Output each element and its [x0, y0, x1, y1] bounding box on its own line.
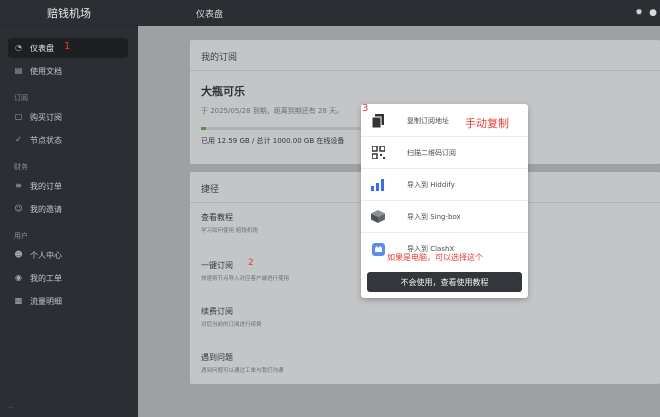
sidebar: 赔钱机场 ◔ 仪表盘 1 ▤ 使用文档 订阅 ▢ 购买订阅 ✓ 节点状态 财务 …	[0, 0, 138, 417]
annotation-1: 1	[64, 41, 71, 52]
user-icon: ☻	[14, 250, 23, 259]
nav-group-finance: 财务	[14, 163, 28, 171]
bar-chart-icon: ▩	[14, 296, 23, 305]
plan-name: 大瓶可乐	[201, 85, 245, 98]
usage-progress-fill	[201, 127, 206, 130]
singbox-icon	[371, 210, 385, 224]
sidebar-item-docs[interactable]: ▤ 使用文档	[8, 61, 128, 81]
shortcut-desc: 对您当前的订阅进行续费	[201, 322, 262, 328]
sidebar-item-label: 个人中心	[30, 250, 62, 260]
view-tutorial-button[interactable]: 不会使用，查看使用教程	[367, 272, 522, 292]
popup-item-hiddify[interactable]: 导入到 Hiddify	[361, 169, 528, 201]
qrcode-icon	[371, 146, 385, 160]
popup-item-singbox[interactable]: 导入到 Sing-box	[361, 201, 528, 233]
theme-icon[interactable]: ✹	[634, 8, 644, 18]
divider	[190, 70, 660, 71]
copy-icon	[371, 113, 385, 128]
popup-item-copy-url[interactable]: 复制订阅地址	[361, 105, 528, 137]
popup-item-label: 导入到 Sing-box	[407, 212, 461, 221]
nav-group-subscription: 订阅	[14, 94, 28, 102]
sidebar-item-dashboard[interactable]: ◔ 仪表盘 1	[8, 38, 128, 58]
sidebar-item-label: 使用文档	[30, 66, 62, 76]
sidebar-item-label: 我的邀请	[30, 204, 62, 214]
subscribe-popup: 3 手动复制 复制订阅地址 扫描二维码订阅 导入到 Hiddify 导入到 Si…	[361, 103, 528, 298]
book-icon: ▤	[14, 66, 23, 75]
shortcut-title: 遇到问题	[201, 353, 233, 362]
shortcuts-section-title: 捷径	[201, 185, 220, 195]
page-title: 仪表盘	[196, 9, 224, 20]
dashboard-icon: ◔	[15, 43, 22, 52]
shortcut-desc: 遇到问题可以通过工单与我们沟通	[201, 368, 284, 374]
subscription-section-title: 我的订阅	[201, 53, 238, 63]
sidebar-item-node-status[interactable]: ✓ 节点状态	[8, 130, 128, 150]
usage-progress-bar	[201, 127, 361, 130]
sidebar-item-traffic-details[interactable]: ▩ 流量明细	[8, 291, 128, 311]
users-icon: ☺	[14, 204, 23, 213]
hiddify-icon	[371, 178, 385, 192]
sidebar-item-my-invites[interactable]: ☺ 我的邀请	[8, 199, 128, 219]
sidebar-item-tickets[interactable]: ◉ 我的工单	[8, 268, 128, 288]
annotation-pc-hint: 如果是电脑，可以选择这个	[387, 253, 483, 262]
popup-item-label: 扫描二维码订阅	[407, 148, 456, 157]
sidebar-nav: ◔ 仪表盘 1 ▤ 使用文档 订阅 ▢ 购买订阅 ✓ 节点状态 财务 ≡ 我的订…	[0, 26, 138, 311]
popup-item-qrcode[interactable]: 扫描二维码订阅	[361, 137, 528, 169]
support-icon: ◉	[15, 273, 22, 282]
clipboard-icon: ▢	[14, 112, 23, 121]
shortcut-item-renew[interactable]: 续费订阅 对您当前的订阅进行续费	[201, 306, 641, 336]
nav-group-user: 用户	[14, 232, 28, 240]
shortcut-item-help[interactable]: 遇到问题 遇到问题可以通过工单与我们沟通	[201, 352, 641, 382]
expiry-text: 于 2025/05/28 到期，距离到期还有 28 天。	[201, 107, 344, 115]
sidebar-item-label: 流量明细	[30, 296, 62, 306]
user-avatar-icon[interactable]: ●	[648, 8, 658, 18]
sidebar-footer: —	[8, 404, 14, 411]
annotation-2: 2	[248, 258, 254, 268]
sidebar-item-buy-subscription[interactable]: ▢ 购买订阅	[8, 107, 128, 127]
sidebar-item-profile[interactable]: ☻ 个人中心	[8, 245, 128, 265]
sidebar-item-label: 我的工单	[30, 273, 62, 283]
sidebar-item-label: 我的订单	[30, 181, 62, 191]
popup-item-label: 复制订阅地址	[407, 116, 449, 125]
top-header: 仪表盘 ✹ ●	[138, 0, 660, 26]
shortcut-title: 续费订阅	[201, 307, 233, 316]
sidebar-item-label: 节点状态	[30, 135, 62, 145]
sidebar-item-label: 购买订阅	[30, 112, 62, 122]
sidebar-item-my-orders[interactable]: ≡ 我的订单	[8, 176, 128, 196]
popup-item-label: 导入到 Hiddify	[407, 180, 455, 189]
list-icon: ≡	[15, 181, 22, 190]
brand-logo[interactable]: 赔钱机场	[0, 0, 138, 26]
check-circle-icon: ✓	[15, 135, 22, 144]
sidebar-item-label: 仪表盘	[30, 43, 54, 53]
usage-text: 已用 12.59 GB / 总计 1000.00 GB 在线设备	[201, 137, 345, 145]
clashx-icon	[371, 242, 385, 256]
